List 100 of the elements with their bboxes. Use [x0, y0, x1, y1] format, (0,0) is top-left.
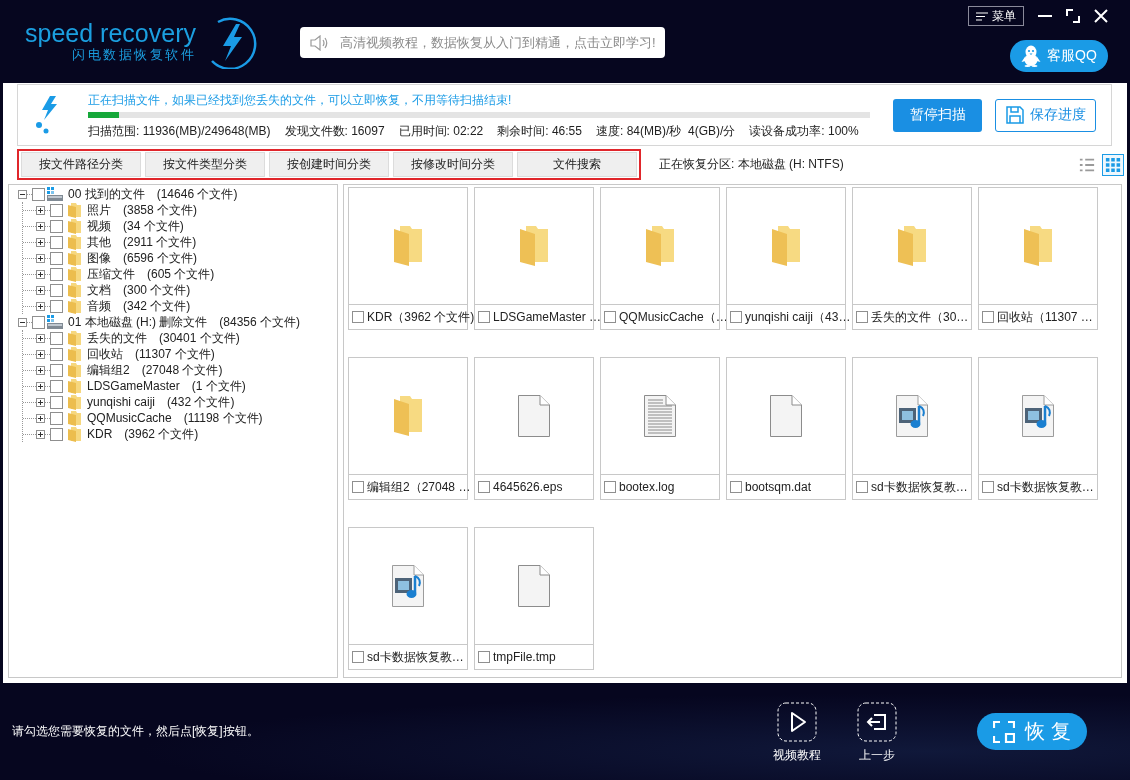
file-name: QQMusicCache（… — [619, 308, 728, 326]
plus-box-icon[interactable] — [36, 253, 45, 263]
checkbox[interactable] — [50, 379, 63, 393]
tree-item-label[interactable]: 01 本地磁盘 (H:) 删除文件 — [68, 313, 208, 331]
checkbox[interactable] — [50, 299, 63, 313]
video-tutorial-button[interactable]: 视频教程 — [773, 701, 821, 762]
file-tile[interactable]: 4645626.eps — [474, 357, 594, 500]
file-tile[interactable]: sd卡数据恢复教… — [978, 357, 1098, 500]
file-tile[interactable]: 丢失的文件（30… — [852, 187, 972, 330]
checkbox[interactable] — [856, 311, 868, 323]
tree-item-label[interactable]: yunqishi caiji — [87, 395, 156, 409]
scan-stat: 剩余时间: 46:55 — [497, 122, 582, 139]
tree-item-label[interactable]: 图像 — [87, 249, 111, 267]
checkbox[interactable] — [856, 481, 868, 493]
checkbox[interactable] — [730, 311, 742, 323]
file-tile[interactable]: tmpFile.tmp — [474, 527, 594, 670]
checkbox[interactable] — [32, 315, 45, 329]
scan-stat: 已用时间: 02:22 — [398, 122, 484, 139]
menu-button[interactable]: 菜单 — [968, 6, 1024, 26]
checkbox[interactable] — [50, 283, 63, 297]
checkbox[interactable] — [982, 481, 994, 493]
plus-box-icon[interactable] — [36, 221, 45, 231]
folder-icon — [68, 426, 81, 442]
file-tile[interactable]: 编辑组2（27048 … — [348, 357, 468, 500]
media-file-icon — [1022, 395, 1054, 437]
tree-item-label[interactable]: 音频 — [87, 297, 111, 315]
folder-icon — [68, 218, 81, 234]
drive-icon — [47, 315, 63, 329]
plus-box-icon[interactable] — [36, 333, 45, 343]
checkbox[interactable] — [604, 481, 616, 493]
checkbox[interactable] — [50, 427, 63, 441]
tree-item-label[interactable]: 照片 — [87, 201, 111, 219]
grid-view-icon[interactable] — [1102, 153, 1124, 176]
close-icon[interactable] — [1094, 9, 1108, 23]
checkbox[interactable] — [730, 481, 742, 493]
drive-icon — [47, 187, 63, 201]
tree-item-label[interactable]: 回收站 — [87, 345, 123, 363]
file-tile[interactable]: bootsqm.dat — [726, 357, 846, 500]
checkbox[interactable] — [352, 651, 364, 663]
back-button[interactable]: 上一步 — [857, 701, 897, 762]
tree-item-label[interactable]: 丢失的文件 — [87, 329, 147, 347]
category-tab[interactable]: 按文件路径分类 — [21, 152, 141, 177]
footer-hint: 请勾选您需要恢复的文件，然后点[恢复]按钮。 — [12, 723, 259, 740]
plus-box-icon[interactable] — [36, 301, 45, 311]
tree-item-label[interactable]: KDR — [87, 427, 113, 441]
plus-box-icon[interactable] — [36, 205, 45, 215]
exit-icon — [857, 701, 897, 742]
checkbox[interactable] — [50, 235, 63, 249]
tree-item-label[interactable]: 编辑组2 — [87, 361, 130, 379]
plus-box-icon[interactable] — [36, 285, 45, 295]
penguin-icon — [1021, 45, 1042, 67]
save-progress-button[interactable]: 保存进度 — [995, 98, 1096, 132]
checkbox[interactable] — [352, 481, 364, 493]
tree-item-label[interactable]: 文档 — [87, 281, 111, 299]
checkbox[interactable] — [478, 311, 490, 323]
tree-item-label[interactable]: 视频 — [87, 217, 111, 235]
checkbox[interactable] — [50, 203, 63, 217]
category-tab[interactable]: 按修改时间分类 — [393, 152, 513, 177]
checkbox[interactable] — [50, 251, 63, 265]
tree-item-label[interactable]: 00 找到的文件 — [68, 185, 145, 203]
checkbox[interactable] — [352, 311, 364, 323]
file-tile[interactable]: bootex.log — [600, 357, 720, 500]
file-tile[interactable]: sd卡数据恢复教… — [852, 357, 972, 500]
minus-box-icon[interactable] — [18, 189, 27, 199]
maximize-icon[interactable] — [1066, 9, 1080, 23]
file-tile[interactable]: 回收站（11307 … — [978, 187, 1098, 330]
category-tab[interactable]: 按文件类型分类 — [145, 152, 265, 177]
checkbox[interactable] — [478, 481, 490, 493]
checkbox[interactable] — [50, 267, 63, 281]
plus-box-icon[interactable] — [36, 429, 45, 439]
category-tab[interactable]: 文件搜索 — [517, 152, 637, 177]
file-name: 回收站（11307 … — [997, 308, 1093, 326]
checkbox[interactable] — [982, 311, 994, 323]
folder-icon — [68, 250, 81, 266]
file-tile[interactable]: sd卡数据恢复教… — [348, 527, 468, 670]
checkbox[interactable] — [32, 187, 45, 201]
plus-box-icon[interactable] — [36, 365, 45, 375]
minus-box-icon[interactable] — [18, 317, 27, 327]
category-tab[interactable]: 按创建时间分类 — [269, 152, 389, 177]
checkbox[interactable] — [604, 311, 616, 323]
checkbox[interactable] — [50, 411, 63, 425]
checkbox[interactable] — [50, 347, 63, 361]
plus-box-icon[interactable] — [36, 413, 45, 423]
tree-item-label[interactable]: QQMusicCache — [87, 411, 172, 425]
file-name: bootsqm.dat — [745, 480, 812, 494]
tree-item-label[interactable]: LDSGameMaster — [87, 379, 180, 393]
checkbox[interactable] — [50, 331, 63, 345]
notice-banner[interactable]: 高清视频教程，数据恢复从入门到精通，点击立即学习! — [300, 27, 665, 58]
plus-box-icon[interactable] — [36, 381, 45, 391]
plus-box-icon[interactable] — [36, 397, 45, 407]
tree-item-label[interactable]: 其他 — [87, 233, 111, 251]
checkbox[interactable] — [50, 219, 63, 233]
plus-box-icon[interactable] — [36, 269, 45, 279]
plus-box-icon[interactable] — [36, 237, 45, 247]
plus-box-icon[interactable] — [36, 349, 45, 359]
checkbox[interactable] — [50, 363, 63, 377]
checkbox[interactable] — [50, 395, 63, 409]
tree-item-label[interactable]: 压缩文件 — [87, 265, 135, 283]
checkbox[interactable] — [478, 651, 490, 663]
file-name: LDSGameMaster … — [493, 310, 602, 324]
